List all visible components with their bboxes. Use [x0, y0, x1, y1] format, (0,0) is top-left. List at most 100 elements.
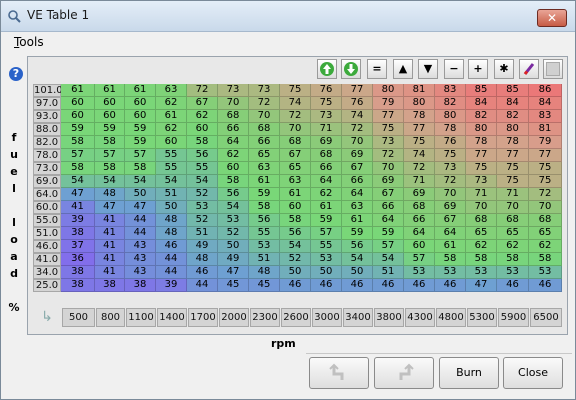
table-cell[interactable]: 41 — [95, 240, 125, 253]
table-cell[interactable]: 44 — [156, 266, 187, 279]
table-cell[interactable]: 69 — [404, 188, 435, 201]
table-cell[interactable]: 75 — [311, 97, 342, 110]
table-cell[interactable]: 53 — [466, 266, 497, 279]
table-cell[interactable]: 61 — [156, 110, 187, 123]
table-cell[interactable]: 66 — [373, 201, 404, 214]
table-cell[interactable]: 64 — [435, 227, 466, 240]
table-cell[interactable]: 67 — [342, 162, 373, 175]
table-cell[interactable]: 62 — [187, 110, 218, 123]
table-cell[interactable]: 59 — [373, 227, 404, 240]
table-cell[interactable]: 58 — [187, 136, 218, 149]
row-header[interactable]: 46.0 — [33, 240, 61, 253]
table-cell[interactable]: 55 — [187, 162, 218, 175]
table-cell[interactable]: 55 — [249, 227, 280, 240]
table-cell[interactable]: 53 — [404, 266, 435, 279]
table-cell[interactable]: 53 — [497, 266, 529, 279]
table-cell[interactable]: 65 — [529, 227, 562, 240]
row-header[interactable]: 101.0 — [33, 84, 63, 97]
table-cell[interactable]: 73 — [249, 84, 280, 97]
table-cell[interactable]: 61 — [249, 175, 280, 188]
table-cell[interactable]: 62 — [497, 240, 529, 253]
table-cell[interactable]: 70 — [435, 188, 466, 201]
table-cell[interactable]: 66 — [249, 136, 280, 149]
table-cell[interactable]: 38 — [61, 227, 95, 240]
table-cell[interactable]: 82 — [497, 110, 529, 123]
table-cell[interactable]: 58 — [529, 253, 562, 266]
toolbar-op-button[interactable]: = — [367, 59, 387, 79]
table-cell[interactable]: 51 — [249, 253, 280, 266]
table-cell[interactable]: 68 — [466, 214, 497, 227]
table-cell[interactable]: 75 — [435, 149, 466, 162]
table-cell[interactable]: 53 — [249, 240, 280, 253]
table-cell[interactable]: 49 — [218, 253, 249, 266]
column-header[interactable]: 3000 — [312, 308, 342, 327]
table-cell[interactable]: 68 — [249, 123, 280, 136]
table-cell[interactable]: 43 — [125, 240, 156, 253]
table-cell[interactable]: 61 — [311, 201, 342, 214]
table-cell[interactable]: 81 — [529, 123, 562, 136]
column-header[interactable]: 6500 — [530, 308, 562, 327]
column-header[interactable]: 5300 — [467, 308, 497, 327]
table-cell[interactable]: 55 — [156, 162, 187, 175]
table-cell[interactable]: 78 — [497, 136, 529, 149]
table-cell[interactable]: 86 — [529, 84, 562, 97]
table-cell[interactable]: 75 — [466, 162, 497, 175]
table-cell[interactable]: 58 — [435, 253, 466, 266]
table-cell[interactable]: 78 — [404, 110, 435, 123]
table-cell[interactable]: 48 — [249, 266, 280, 279]
table-cell[interactable]: 71 — [497, 188, 529, 201]
table-cell[interactable]: 74 — [404, 149, 435, 162]
table-cell[interactable]: 61 — [280, 188, 311, 201]
column-header[interactable]: 4800 — [436, 308, 466, 327]
table-cell[interactable]: 56 — [218, 188, 249, 201]
table-cell[interactable]: 47 — [218, 266, 249, 279]
table-cell[interactable]: 61 — [95, 84, 125, 97]
table-cell[interactable]: 70 — [218, 97, 249, 110]
table-cell[interactable]: 73 — [435, 162, 466, 175]
table-cell[interactable]: 59 — [342, 227, 373, 240]
row-header[interactable]: 82.0 — [33, 136, 61, 149]
table-cell[interactable]: 70 — [497, 201, 529, 214]
table-cell[interactable]: 53 — [435, 266, 466, 279]
table-cell[interactable]: 72 — [373, 149, 404, 162]
table-cell[interactable]: 55 — [311, 240, 342, 253]
table-cell[interactable]: 64 — [342, 188, 373, 201]
table-cell[interactable]: 60 — [61, 97, 95, 110]
table-cell[interactable]: 60 — [280, 201, 311, 214]
table-cell[interactable]: 69 — [435, 201, 466, 214]
table-cell[interactable]: 75 — [497, 175, 529, 188]
table-cell[interactable]: 72 — [529, 188, 562, 201]
table-cell[interactable]: 58 — [497, 253, 529, 266]
help-icon[interactable]: ? — [9, 67, 23, 81]
arrow-down-button[interactable] — [341, 59, 361, 79]
table-cell[interactable]: 61 — [125, 84, 156, 97]
table-cell[interactable]: 48 — [187, 253, 218, 266]
window-close-button[interactable]: ✕ — [537, 9, 567, 27]
table-cell[interactable]: 61 — [435, 240, 466, 253]
table-cell[interactable]: 47 — [95, 201, 125, 214]
table-cell[interactable]: 66 — [404, 214, 435, 227]
column-header[interactable]: 3400 — [343, 308, 373, 327]
table-cell[interactable]: 54 — [218, 201, 249, 214]
table-cell[interactable]: 44 — [125, 214, 156, 227]
table-cell[interactable]: 78 — [466, 136, 497, 149]
table-cell[interactable]: 65 — [466, 227, 497, 240]
table-cell[interactable]: 50 — [218, 240, 249, 253]
table-cell[interactable]: 46 — [404, 279, 435, 292]
column-header[interactable]: 4300 — [405, 308, 435, 327]
table-cell[interactable]: 46 — [156, 240, 187, 253]
table-cell[interactable]: 39 — [61, 214, 95, 227]
table-cell[interactable]: 62 — [311, 188, 342, 201]
table-cell[interactable]: 59 — [249, 188, 280, 201]
title-bar[interactable]: VE Table 1 ✕ — [1, 1, 575, 32]
table-cell[interactable]: 62 — [466, 240, 497, 253]
table-cell[interactable]: 58 — [280, 214, 311, 227]
table-cell[interactable]: 70 — [342, 136, 373, 149]
row-header[interactable]: 25.0 — [33, 279, 61, 292]
table-cell[interactable]: 57 — [125, 149, 156, 162]
table-cell[interactable]: 68 — [280, 136, 311, 149]
table-cell[interactable]: 61 — [342, 214, 373, 227]
table-cell[interactable]: 57 — [95, 149, 125, 162]
table-cell[interactable]: 63 — [342, 201, 373, 214]
table-cell[interactable]: 54 — [187, 175, 218, 188]
